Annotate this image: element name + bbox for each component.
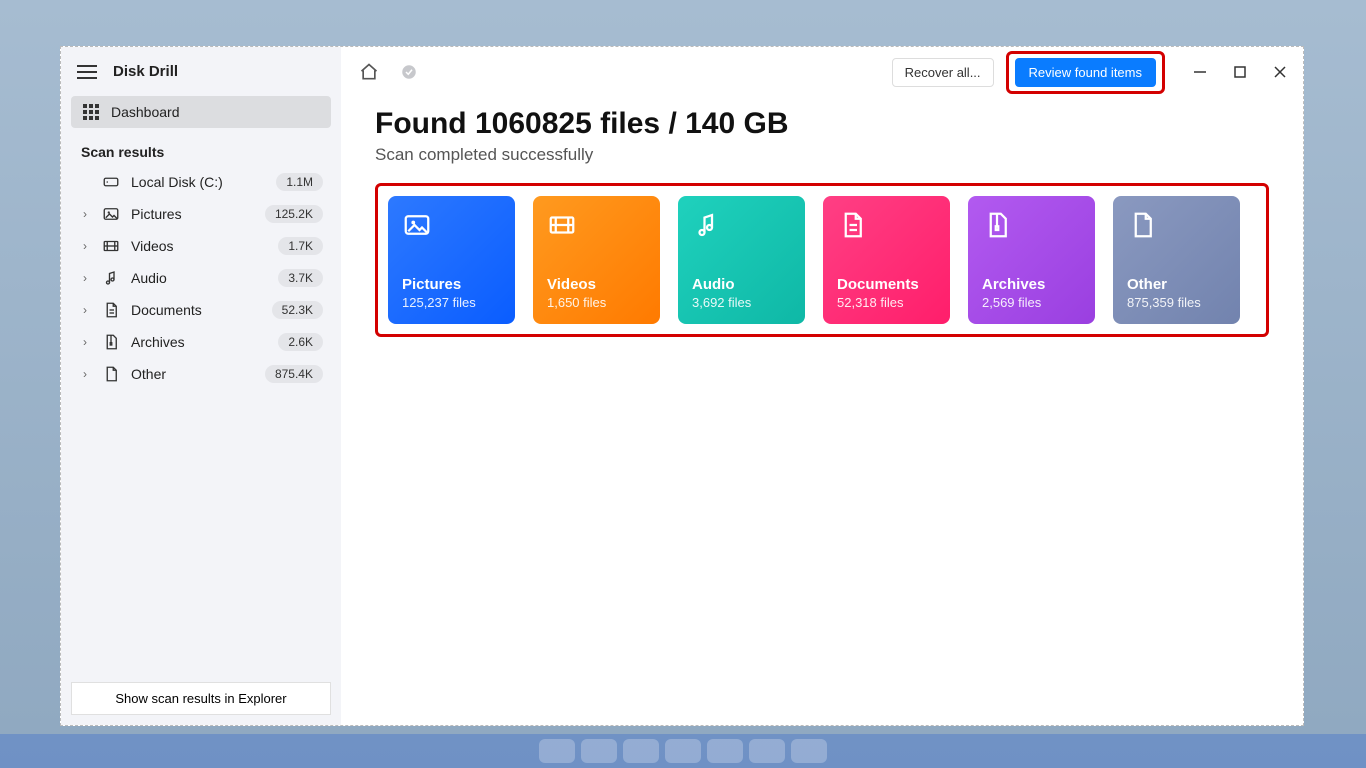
archives-icon [101, 333, 121, 351]
documents-icon [837, 210, 936, 250]
audio-icon [101, 269, 121, 287]
sidebar-item-audio[interactable]: › Audio 3.7K [71, 262, 331, 294]
menu-icon[interactable] [77, 65, 97, 79]
card-title: Other [1127, 276, 1226, 293]
content: Found 1060825 files / 140 GB Scan comple… [341, 97, 1303, 347]
main-panel: Recover all... Review found items Found … [341, 47, 1303, 725]
other-icon [101, 365, 121, 383]
card-archives[interactable]: Archives 2,569 files [968, 196, 1095, 324]
minimize-button[interactable] [1191, 63, 1209, 81]
sidebar-item-pictures[interactable]: › Pictures 125.2K [71, 198, 331, 230]
card-count: 875,359 files [1127, 295, 1226, 310]
sidebar-item-local-disk-c-[interactable]: Local Disk (C:) 1.1M [71, 166, 331, 198]
chevron-right-icon: › [79, 239, 91, 253]
card-count: 1,650 files [547, 295, 646, 310]
close-button[interactable] [1271, 63, 1289, 81]
card-documents[interactable]: Documents 52,318 files [823, 196, 950, 324]
chevron-right-icon: › [79, 303, 91, 317]
sidebar-item-count: 125.2K [265, 205, 323, 223]
sidebar-item-videos[interactable]: › Videos 1.7K [71, 230, 331, 262]
sidebar-item-label: Archives [131, 334, 268, 350]
sidebar-tree: Local Disk (C:) 1.1M › Pictures 125.2K › Video… [61, 166, 341, 390]
chevron-right-icon: › [79, 335, 91, 349]
app-window: Disk Drill Dashboard Scan results Local … [60, 46, 1304, 726]
toolbar: Recover all... Review found items [341, 47, 1303, 97]
sidebar-section-title: Scan results [61, 128, 341, 166]
other-icon [1127, 210, 1226, 250]
sidebar-item-count: 2.6K [278, 333, 323, 351]
card-audio[interactable]: Audio 3,692 files [678, 196, 805, 324]
review-found-items-button[interactable]: Review found items [1015, 58, 1156, 87]
sidebar-item-other[interactable]: › Other 875.4K [71, 358, 331, 390]
sidebar-item-label: Videos [131, 238, 268, 254]
review-highlight: Review found items [1006, 51, 1165, 94]
sidebar-item-archives[interactable]: › Archives 2.6K [71, 326, 331, 358]
card-count: 125,237 files [402, 295, 501, 310]
card-title: Documents [837, 276, 936, 293]
videos-icon [101, 237, 121, 255]
chevron-right-icon: › [79, 207, 91, 221]
summary-subtext: Scan completed successfully [375, 145, 1269, 165]
app-title: Disk Drill [113, 63, 178, 80]
dashboard-icon [83, 104, 99, 120]
maximize-button[interactable] [1231, 63, 1249, 81]
card-title: Videos [547, 276, 646, 293]
show-in-explorer-button[interactable]: Show scan results in Explorer [71, 682, 331, 715]
sidebar: Disk Drill Dashboard Scan results Local … [61, 47, 341, 725]
sidebar-item-label: Dashboard [111, 104, 180, 120]
sidebar-item-count: 1.1M [276, 173, 323, 191]
sidebar-item-label: Other [131, 366, 255, 382]
sidebar-item-dashboard[interactable]: Dashboard [71, 96, 331, 128]
sidebar-item-count: 52.3K [272, 301, 323, 319]
check-badge-icon[interactable] [395, 58, 423, 86]
sidebar-item-label: Local Disk (C:) [131, 174, 266, 190]
chevron-right-icon: › [79, 271, 91, 285]
sidebar-item-label: Audio [131, 270, 268, 286]
card-count: 3,692 files [692, 295, 791, 310]
audio-icon [692, 210, 791, 250]
card-other[interactable]: Other 875,359 files [1113, 196, 1240, 324]
pictures-icon [402, 210, 501, 250]
sidebar-item-count: 3.7K [278, 269, 323, 287]
home-icon[interactable] [355, 58, 383, 86]
recover-all-button[interactable]: Recover all... [892, 58, 994, 87]
window-controls [1191, 63, 1289, 81]
sidebar-header: Disk Drill [61, 47, 341, 90]
card-title: Audio [692, 276, 791, 293]
sidebar-item-count: 875.4K [265, 365, 323, 383]
card-count: 52,318 files [837, 295, 936, 310]
card-title: Archives [982, 276, 1081, 293]
category-cards: Pictures 125,237 files Videos 1,650 files Au… [375, 183, 1269, 337]
sidebar-item-count: 1.7K [278, 237, 323, 255]
card-title: Pictures [402, 276, 501, 293]
summary-headline: Found 1060825 files / 140 GB [375, 107, 1269, 141]
disk-icon [101, 173, 121, 191]
sidebar-item-label: Documents [131, 302, 262, 318]
card-videos[interactable]: Videos 1,650 files [533, 196, 660, 324]
chevron-right-icon: › [79, 367, 91, 381]
sidebar-item-documents[interactable]: › Documents 52.3K [71, 294, 331, 326]
videos-icon [547, 210, 646, 250]
card-pictures[interactable]: Pictures 125,237 files [388, 196, 515, 324]
documents-icon [101, 301, 121, 319]
taskbar [0, 734, 1366, 768]
archives-icon [982, 210, 1081, 250]
pictures-icon [101, 205, 121, 223]
sidebar-item-label: Pictures [131, 206, 255, 222]
card-count: 2,569 files [982, 295, 1081, 310]
